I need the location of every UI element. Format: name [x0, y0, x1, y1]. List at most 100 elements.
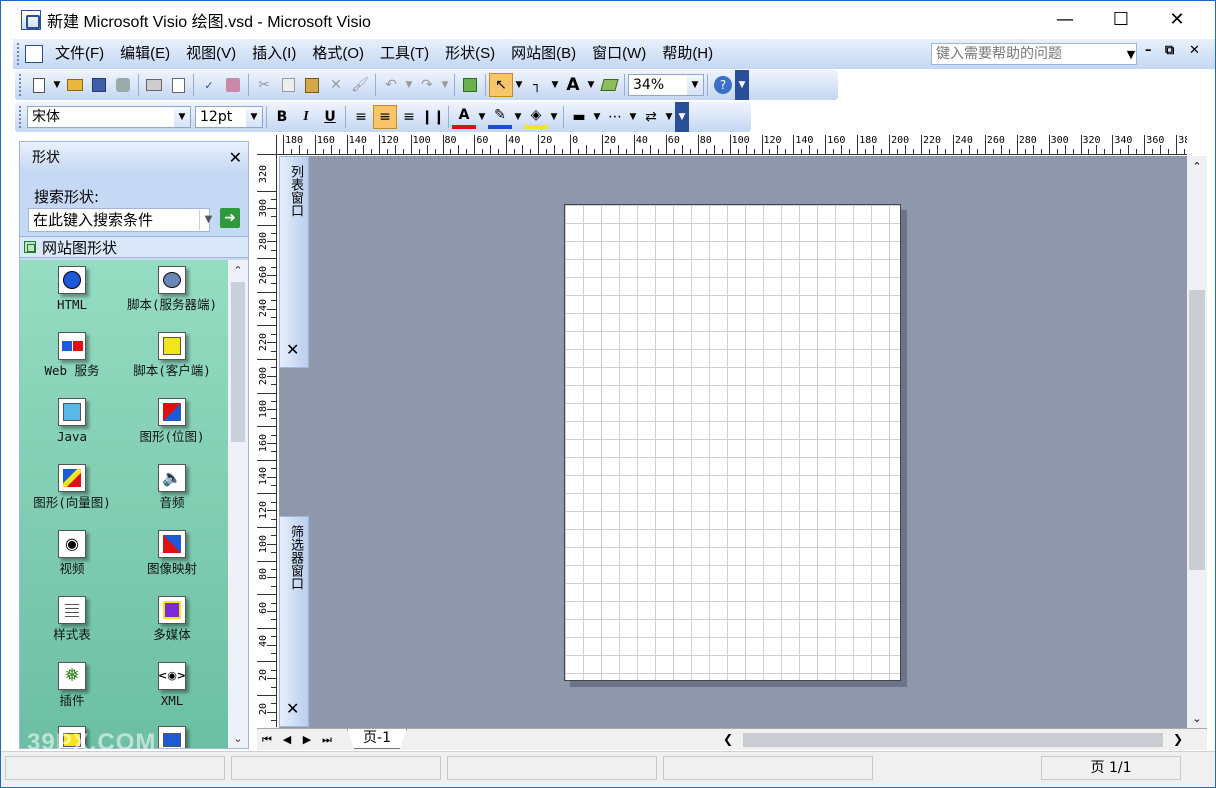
- open-icon[interactable]: [63, 73, 87, 97]
- shape-server-script[interactable]: 脚本(服务器端): [122, 266, 222, 312]
- shape-stylesheet[interactable]: 样式表: [22, 596, 122, 642]
- chevron-down-icon[interactable]: ▼: [663, 105, 675, 129]
- shape-java[interactable]: Java: [22, 398, 122, 444]
- align-right-icon[interactable]: ≡: [397, 105, 421, 129]
- close-icon[interactable]: ✕: [286, 699, 299, 718]
- last-page-icon[interactable]: ⏭: [317, 733, 337, 747]
- menu-website[interactable]: 网站图(B): [503, 39, 584, 69]
- menu-format[interactable]: 格式(O): [304, 39, 372, 69]
- chevron-down-icon[interactable]: ⌄: [1187, 708, 1207, 728]
- line-color-icon[interactable]: ✎: [488, 105, 512, 129]
- chevron-down-icon[interactable]: ▼: [549, 73, 561, 97]
- new-icon[interactable]: [27, 73, 51, 97]
- toolbar-options-icon[interactable]: ▼: [675, 102, 689, 132]
- chevron-down-icon[interactable]: ⌄: [228, 728, 248, 748]
- menu-window[interactable]: 窗口(W): [584, 39, 654, 69]
- first-page-icon[interactable]: ⏮: [257, 733, 277, 747]
- font-select[interactable]: 宋体 ▼: [27, 106, 191, 128]
- fill-color-icon[interactable]: ◈: [524, 105, 548, 129]
- close-button[interactable]: ✕: [1149, 1, 1205, 38]
- format-painter-icon[interactable]: 🖌: [348, 73, 372, 97]
- chevron-down-icon[interactable]: ▼: [512, 105, 524, 129]
- drawing-canvas[interactable]: [279, 156, 1187, 728]
- chevron-up-icon[interactable]: ⌃: [1187, 156, 1207, 176]
- help-search-input[interactable]: 键入需要帮助的问题: [931, 43, 1137, 65]
- menu-tools[interactable]: 工具(T): [372, 39, 437, 69]
- menu-insert[interactable]: 插入(I): [244, 39, 304, 69]
- research-icon[interactable]: [221, 73, 245, 97]
- align-left-icon[interactable]: ≡: [349, 105, 373, 129]
- paste-icon[interactable]: [300, 73, 324, 97]
- text-tool-icon[interactable]: A: [561, 73, 585, 97]
- chevron-down-icon[interactable]: ▼: [687, 75, 703, 95]
- scroll-thumb[interactable]: [1189, 290, 1205, 570]
- shape-plugin[interactable]: ❅ 插件: [22, 662, 122, 708]
- shape-html[interactable]: HTML: [22, 266, 122, 312]
- menu-edit[interactable]: 编辑(E): [112, 39, 178, 69]
- search-go-icon[interactable]: ➜: [220, 208, 240, 228]
- menu-file[interactable]: 文件(F): [47, 39, 112, 69]
- spelling-icon[interactable]: ✓: [197, 73, 221, 97]
- cut-icon[interactable]: ✂: [252, 73, 276, 97]
- menu-help[interactable]: 帮助(H): [654, 39, 721, 69]
- vertical-scrollbar[interactable]: ⌃ ⌄: [1187, 156, 1207, 728]
- shape-web-service[interactable]: Web 服务: [22, 332, 122, 378]
- scroll-thumb[interactable]: [231, 282, 245, 442]
- connector-tool-icon[interactable]: ┐: [525, 73, 549, 97]
- close-icon[interactable]: ✕: [229, 148, 242, 167]
- zoom-select[interactable]: 34% ▼: [628, 74, 704, 96]
- toolbar-options-icon[interactable]: ▼: [735, 70, 749, 100]
- menu-shapes[interactable]: 形状(S): [437, 39, 503, 69]
- shape-multimedia[interactable]: 多媒体: [122, 596, 222, 642]
- scroll-thumb[interactable]: [743, 733, 1163, 747]
- shape-search-input[interactable]: 在此键入搜索条件 ▼: [28, 208, 212, 232]
- justify-icon[interactable]: ❙❙: [421, 105, 445, 129]
- document-icon[interactable]: [25, 45, 43, 63]
- minimize-button[interactable]: —: [1037, 1, 1093, 38]
- shape-client-script[interactable]: 脚本(客户端): [122, 332, 222, 378]
- chevron-down-icon[interactable]: ▼: [548, 105, 560, 129]
- print-icon[interactable]: [142, 73, 166, 97]
- help-icon[interactable]: ?: [711, 73, 735, 97]
- shape-image-map[interactable]: 图像映射: [122, 530, 222, 576]
- redo-icon[interactable]: ↷: [415, 73, 439, 97]
- line-weight-icon[interactable]: ▬: [567, 105, 591, 129]
- list-window[interactable]: 列表窗口 ✕: [279, 156, 309, 368]
- chevron-down-icon[interactable]: ▼: [174, 107, 190, 127]
- toolbar-grip[interactable]: [17, 43, 21, 65]
- line-ends-icon[interactable]: ⇄: [639, 105, 663, 129]
- doc-close-button[interactable]: ✕: [1189, 43, 1200, 58]
- underline-icon[interactable]: U: [318, 105, 342, 129]
- page-tab[interactable]: 页-1: [347, 729, 407, 749]
- delete-icon[interactable]: ✕: [324, 73, 348, 97]
- next-page-icon[interactable]: ▶: [297, 733, 317, 746]
- toolbar-grip[interactable]: [19, 106, 23, 128]
- bold-icon[interactable]: B: [270, 105, 294, 129]
- italic-icon[interactable]: I: [294, 105, 318, 129]
- filter-window[interactable]: 筛选器窗口 ✕: [279, 516, 309, 727]
- chevron-down-icon[interactable]: ▼: [403, 73, 415, 97]
- undo-icon[interactable]: ↶: [379, 73, 403, 97]
- chevron-down-icon[interactable]: ▼: [476, 105, 488, 129]
- line-pattern-icon[interactable]: ⋯: [603, 105, 627, 129]
- chevron-down-icon[interactable]: ▼: [513, 73, 525, 97]
- chevron-up-icon[interactable]: ⌃: [228, 260, 248, 280]
- pointer-tool-icon[interactable]: ↖: [489, 73, 513, 97]
- shapes-window-icon[interactable]: [458, 73, 482, 97]
- permission-icon[interactable]: [111, 73, 135, 97]
- print-preview-icon[interactable]: [166, 73, 190, 97]
- save-icon[interactable]: [87, 73, 111, 97]
- menu-view[interactable]: 视图(V): [178, 39, 244, 69]
- doc-restore-button[interactable]: ⧉: [1165, 43, 1174, 58]
- toolbar-grip[interactable]: [19, 74, 23, 96]
- chevron-down-icon[interactable]: ▼: [199, 210, 217, 230]
- shape-bitmap[interactable]: 图形(位图): [122, 398, 222, 444]
- drawing-page[interactable]: [564, 204, 901, 681]
- chevron-right-icon[interactable]: ❯: [1173, 732, 1183, 746]
- previous-page-icon[interactable]: ◀: [277, 733, 297, 746]
- chevron-down-icon[interactable]: ▼: [1125, 44, 1137, 64]
- align-center-icon[interactable]: ≡: [373, 105, 397, 129]
- chevron-left-icon[interactable]: ❮: [723, 732, 733, 746]
- stencil-header[interactable]: 网站图形状: [20, 236, 248, 258]
- chevron-down-icon[interactable]: ▼: [51, 73, 63, 97]
